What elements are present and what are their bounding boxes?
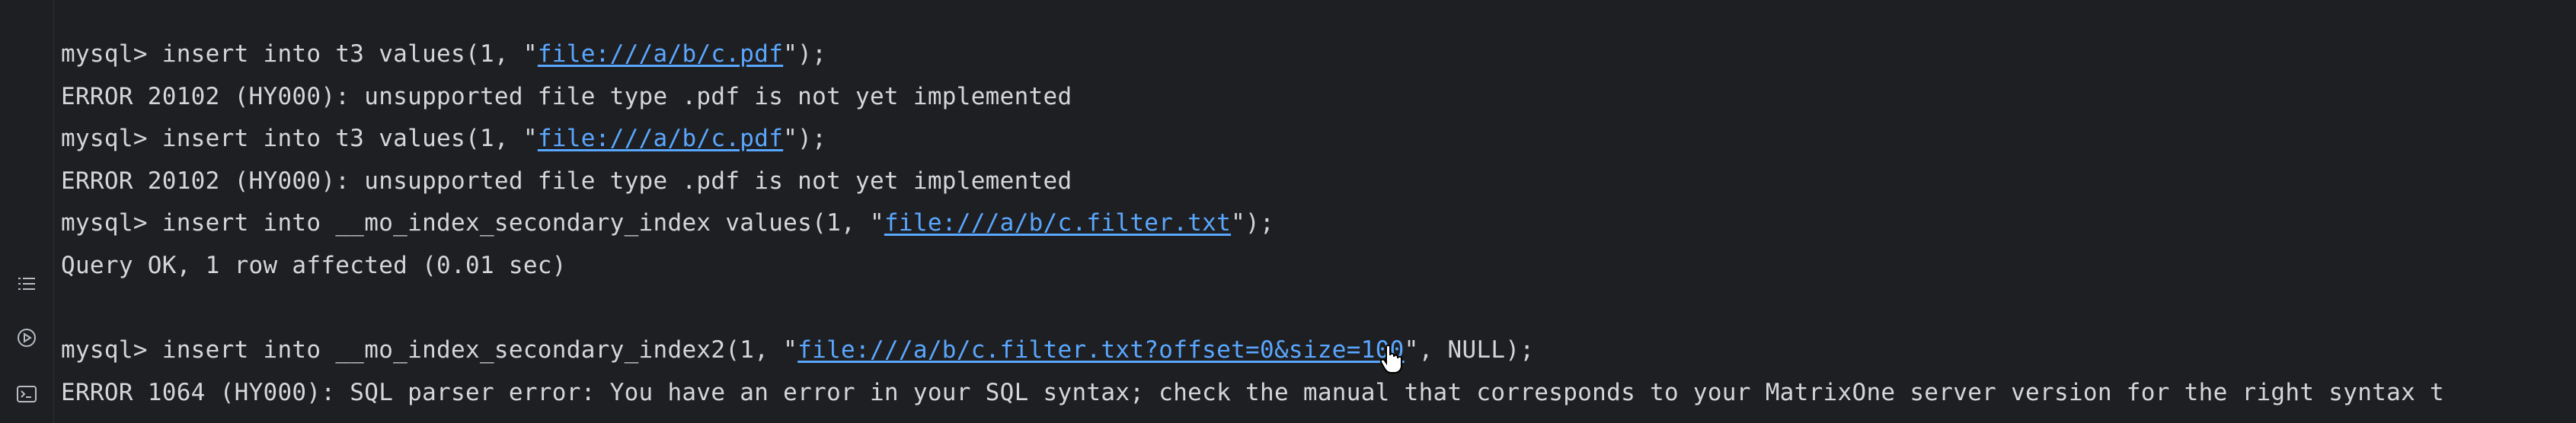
command-text: insert into t3 values(1, " [161,40,538,68]
file-link[interactable]: file:///a/b/c.filter.txt [884,209,1231,237]
command-text-end: "); [783,40,827,68]
command-text-end: ", NULL); [1404,336,1535,364]
list-icon[interactable] [12,269,41,298]
output-line: ERROR 20102 (HY000): unsupported file ty… [61,82,1072,110]
command-text: insert into t3 values(1, " [161,125,538,153]
output-line: Query OK, 1 row affected (0.01 sec) [61,251,567,279]
output-line: ERROR 20102 (HY000): unsupported file ty… [61,167,1072,195]
file-link[interactable]: file:///a/b/c.pdf [538,40,783,68]
output-line: ERROR 1064 (HY000): SQL parser error: Yo… [61,378,2444,406]
command-line: mysql> insert into __mo_index_secondary_… [61,329,2576,372]
file-link[interactable]: file:///a/b/c.filter.txt?offset=0&size=1… [797,336,1404,364]
file-link[interactable]: file:///a/b/c.pdf [538,125,783,152]
terminal-icon[interactable] [12,380,41,409]
command-text: insert into __mo_index_secondary_index v… [161,209,884,237]
mysql-prompt: mysql> [61,125,162,153]
mysql-prompt: mysql> [61,40,162,68]
terminal-side-toolbar [0,0,54,423]
mysql-prompt: mysql> [61,336,162,364]
terminal-output[interactable]: mysql> insert into t3 values(1, "file://… [61,33,2576,423]
command-text: insert into __mo_index_secondary_index2(… [161,336,798,364]
play-circle-icon[interactable] [12,323,41,352]
command-line: mysql> insert into __mo_index_secondary_… [61,202,2576,245]
command-text-end: "); [783,125,827,153]
command-line: mysql> insert into t3 values(1, "file://… [61,118,2576,161]
mysql-prompt: mysql> [61,209,162,237]
command-line: mysql> insert into t3 values(1, "file://… [61,33,2576,76]
command-text-end: "); [1231,209,1274,237]
